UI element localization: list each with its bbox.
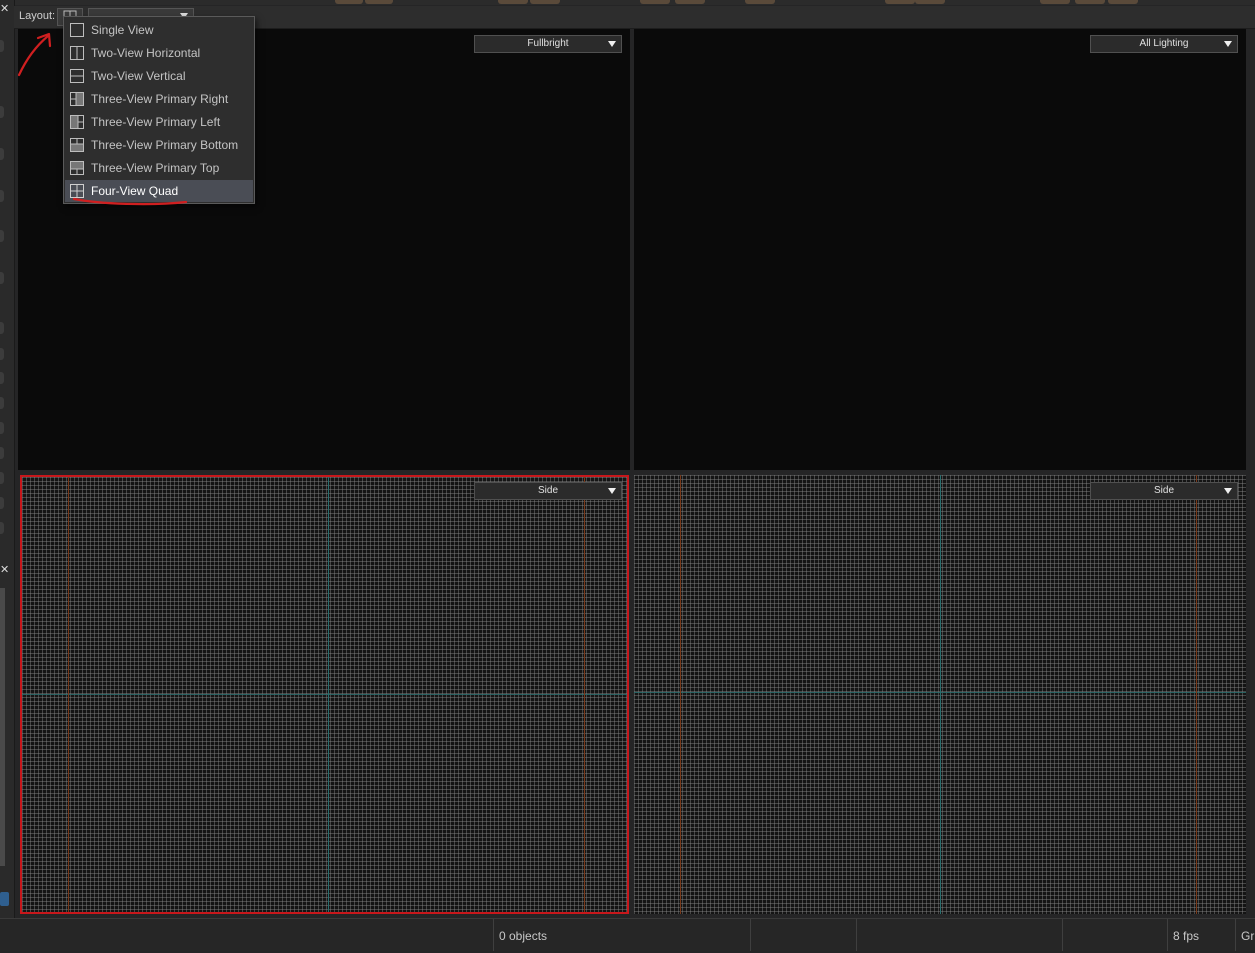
layout-three-primary-right-icon <box>70 92 84 106</box>
grid-axis-line <box>22 694 627 695</box>
chevron-down-icon <box>608 488 616 494</box>
grid-axis-line <box>68 477 69 912</box>
viewport-mode-label: All Lighting <box>1139 38 1189 49</box>
menu-item-two-view-horizontal[interactable]: Two-View Horizontal <box>65 42 253 64</box>
close-icon[interactable]: ✕ <box>0 563 9 576</box>
panel-tab[interactable] <box>0 422 4 434</box>
panel-tab[interactable] <box>0 190 4 202</box>
grid-axis-line <box>328 477 329 912</box>
panel-tab[interactable] <box>0 348 4 360</box>
status-cell-empty <box>750 919 856 951</box>
menu-item-three-view-primary-top[interactable]: Three-View Primary Top <box>65 157 253 179</box>
status-bar: 0 objects 8 fps Gri <box>0 918 1255 951</box>
viewport-mode-dropdown[interactable]: All Lighting <box>1090 35 1238 53</box>
viewport-bottom-left[interactable]: Side <box>20 475 629 914</box>
layout-two-horizontal-icon <box>70 46 84 60</box>
status-cell-empty <box>1062 919 1167 951</box>
top-toolbar-strip <box>0 0 1255 5</box>
toolbar-button[interactable] <box>885 0 915 4</box>
panel-tab[interactable] <box>0 106 4 118</box>
viewport-mode-dropdown[interactable]: Fullbright <box>474 35 622 53</box>
layout-three-primary-bottom-icon <box>70 138 84 152</box>
panel-tab[interactable] <box>0 148 4 160</box>
layout-three-primary-top-icon <box>70 161 84 175</box>
toolbar-button[interactable] <box>530 0 560 4</box>
viewport-top-right[interactable]: All Lighting <box>634 29 1246 470</box>
viewport-bottom-right[interactable]: Side <box>634 475 1246 914</box>
panel-tab[interactable] <box>0 230 4 242</box>
menu-item-three-view-primary-left[interactable]: Three-View Primary Left <box>65 111 253 133</box>
toolbar-button[interactable] <box>335 0 363 4</box>
panel-tab[interactable] <box>0 447 4 459</box>
panel-tab[interactable] <box>0 472 4 484</box>
menu-item-single-view[interactable]: Single View <box>65 19 253 41</box>
toolbar-button[interactable] <box>1108 0 1138 4</box>
grid-axis-line <box>584 477 585 912</box>
panel-tab[interactable] <box>0 372 4 384</box>
toolbar-button[interactable] <box>915 0 945 4</box>
close-icon[interactable]: ✕ <box>0 2 9 15</box>
layout-single-icon <box>70 23 84 37</box>
chevron-down-icon <box>1224 41 1232 47</box>
menu-item-two-view-vertical[interactable]: Two-View Vertical <box>65 65 253 87</box>
menu-item-three-view-primary-bottom[interactable]: Three-View Primary Bottom <box>65 134 253 156</box>
chevron-down-icon <box>608 41 616 47</box>
panel-dropdown-button[interactable] <box>0 892 9 906</box>
panel-tab[interactable] <box>0 497 4 509</box>
layout-four-quad-icon <box>70 184 84 198</box>
panel-tab[interactable] <box>0 322 4 334</box>
menu-item-three-view-primary-right[interactable]: Three-View Primary Right <box>65 88 253 110</box>
toolbar-button[interactable] <box>498 0 528 4</box>
panel-scrollbar[interactable] <box>0 588 5 866</box>
panel-tab[interactable] <box>0 40 4 52</box>
menu-item-four-view-quad[interactable]: Four-View Quad <box>65 180 253 202</box>
layout-two-vertical-icon <box>70 69 84 83</box>
grid-axis-line <box>680 475 681 914</box>
toolbar-button[interactable] <box>640 0 670 4</box>
layout-three-primary-left-icon <box>70 115 84 129</box>
grid-axis-line <box>940 475 941 914</box>
chevron-down-icon <box>1224 488 1232 494</box>
viewport-view-dropdown[interactable]: Side <box>1090 482 1238 500</box>
status-object-count: 0 objects <box>493 919 750 951</box>
viewport-mode-label: Fullbright <box>527 38 569 49</box>
viewport-view-label: Side <box>1153 485 1174 496</box>
grid-axis-line <box>1196 475 1197 914</box>
toolbar-button[interactable] <box>1040 0 1070 4</box>
layout-label: Layout: <box>19 10 56 22</box>
toolbar-button[interactable] <box>1075 0 1105 4</box>
panel-tab[interactable] <box>0 397 4 409</box>
viewport-view-dropdown[interactable]: Side <box>474 482 622 500</box>
status-cell-empty <box>856 919 1062 951</box>
status-grid[interactable]: Gri <box>1235 919 1255 951</box>
toolbar-button[interactable] <box>365 0 393 4</box>
status-fps: 8 fps <box>1167 919 1235 951</box>
toolbar-button[interactable] <box>675 0 705 4</box>
layout-menu: Single View Two-View Horizontal Two-View… <box>63 16 255 204</box>
panel-tab[interactable] <box>0 522 4 534</box>
panel-tab[interactable] <box>0 272 4 284</box>
viewport-view-label: Side <box>537 485 558 496</box>
toolbar-button[interactable] <box>745 0 775 4</box>
